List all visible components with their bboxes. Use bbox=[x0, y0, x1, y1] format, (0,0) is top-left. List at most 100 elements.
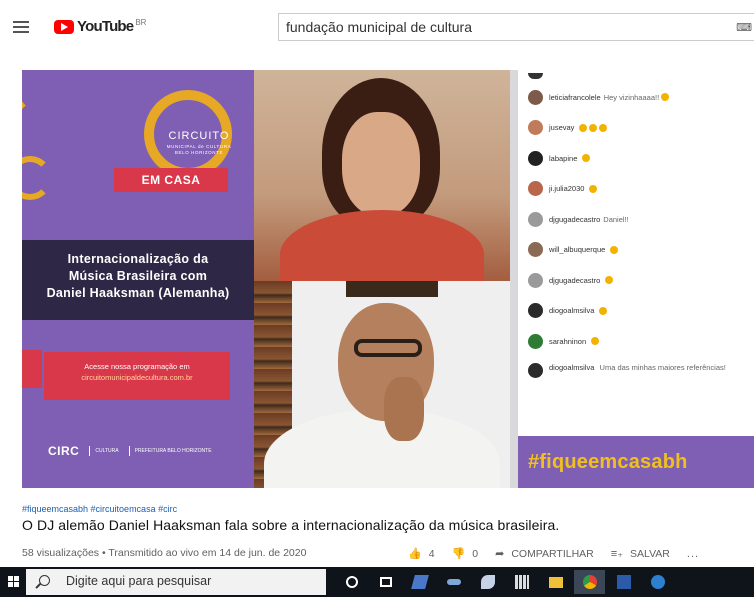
chat-username: diogoalmsilva bbox=[549, 362, 595, 372]
playlist-add-icon: ≡₊ bbox=[610, 548, 624, 560]
chat-item: diogoalmsilva bbox=[518, 296, 754, 327]
share-icon: ➦ bbox=[495, 548, 505, 560]
app-icon[interactable] bbox=[404, 570, 435, 594]
emoji-icon bbox=[610, 245, 619, 254]
emoji-icon bbox=[589, 184, 598, 193]
chat-item: leticiafrancolele Hey vizinhaaaa!! bbox=[518, 82, 754, 113]
cultura-logo: CULTURA bbox=[89, 446, 119, 456]
poster-headline: Internacionalização da Música Brasileira… bbox=[22, 240, 254, 320]
chat-item: ji.julia2030 bbox=[518, 174, 754, 205]
chat-username: leticiafrancolele bbox=[549, 92, 601, 102]
chat-username: sarahninon bbox=[549, 336, 587, 346]
headline-line: Daniel Haaksman (Alemanha) bbox=[46, 286, 230, 300]
chat-item: labapine bbox=[518, 143, 754, 174]
search-value: fundação municipal de cultura bbox=[286, 19, 473, 35]
file-explorer-icon[interactable] bbox=[540, 570, 571, 594]
avatar bbox=[528, 120, 543, 136]
sponsor-logos: CIRC CULTURA PREFEITURA BELO HORIZONTE bbox=[48, 440, 248, 462]
chat-username: will_albuquerque bbox=[549, 245, 606, 255]
emoji-icon bbox=[599, 123, 608, 132]
chat-message: Hey vizinhaaaa!! bbox=[603, 92, 660, 102]
em-casa-badge: EM CASA bbox=[114, 168, 228, 192]
avatar bbox=[528, 181, 543, 197]
program-text: Acesse nossa programação em bbox=[84, 362, 190, 371]
decor-ring bbox=[22, 156, 52, 200]
windows-start-icon[interactable] bbox=[8, 576, 20, 588]
decor-strip bbox=[22, 350, 42, 388]
word-icon[interactable] bbox=[608, 570, 639, 594]
share-label: COMPARTILHAR bbox=[511, 547, 594, 560]
taskbar-search-input[interactable]: Digite aqui para pesquisar bbox=[26, 569, 326, 595]
chat-username: ji.julia2030 bbox=[549, 184, 585, 194]
chat-username: djgugadecastro bbox=[549, 214, 601, 224]
headline-line: Internacionalização da bbox=[67, 252, 209, 266]
chat-item: diogoalmsilva Uma das minhas maiores ref… bbox=[518, 357, 754, 395]
thumbs-up-icon: 👍 bbox=[408, 548, 422, 560]
thumbs-down-icon: 👎 bbox=[451, 548, 466, 560]
task-view-icon[interactable] bbox=[370, 570, 401, 594]
chat-item: djgugadecastro Daniel!! bbox=[518, 204, 754, 235]
masthead: YouTube BR fundação municipal de cultura… bbox=[0, 0, 754, 52]
avatar bbox=[528, 362, 543, 378]
avatar bbox=[528, 333, 543, 349]
app-icon[interactable] bbox=[438, 570, 469, 594]
chat-item: djgugadecastro bbox=[518, 265, 754, 296]
prefeitura-logo: PREFEITURA BELO HORIZONTE bbox=[128, 446, 212, 456]
avatar bbox=[528, 303, 543, 319]
menu-icon[interactable] bbox=[13, 21, 29, 33]
chat-username: djgugadecastro bbox=[549, 275, 601, 285]
video-hashtags[interactable]: #fiqueemcasabh #circuitoemcasa #circ bbox=[22, 504, 177, 514]
chat-username: labapine bbox=[549, 153, 578, 163]
dislike-button[interactable]: 👎 0 bbox=[451, 547, 479, 561]
chat-item-partial bbox=[518, 70, 754, 82]
youtube-logo[interactable]: YouTube BR bbox=[54, 18, 146, 35]
more-options-button[interactable]: ... bbox=[687, 548, 699, 560]
taskbar-search-placeholder: Digite aqui para pesquisar bbox=[66, 574, 212, 588]
participant-video-man bbox=[254, 281, 510, 488]
avatar bbox=[528, 89, 543, 105]
avatar bbox=[528, 150, 543, 166]
thumbs-up-emoji-icon bbox=[605, 276, 614, 285]
video-title: O DJ alemão Daniel Haaksman fala sobre a… bbox=[22, 517, 560, 533]
chrome-icon[interactable] bbox=[574, 570, 605, 594]
app-icon[interactable] bbox=[472, 570, 503, 594]
search-icon bbox=[39, 575, 50, 586]
chat-item: will_albuquerque bbox=[518, 235, 754, 266]
like-button[interactable]: 👍 4 bbox=[408, 547, 435, 561]
lamp bbox=[346, 281, 438, 297]
program-url: circuitomunicipaldecultura.com.br bbox=[81, 373, 193, 382]
like-count: 4 bbox=[428, 547, 435, 560]
emoji-icon bbox=[582, 154, 591, 163]
dislike-count: 0 bbox=[472, 547, 479, 560]
video-actions: 👍 4 👎 0 ➦ COMPARTILHAR ≡₊ SALVAR ... bbox=[408, 547, 699, 561]
emoji-icon bbox=[661, 93, 670, 102]
video-player[interactable]: CIRCUITO MUNICIPAL de CULTURA BELO HORIZ… bbox=[22, 70, 754, 488]
circ-logo: CIRC bbox=[48, 444, 80, 458]
circuito-subtitle: MUNICIPAL de CULTURA BELO HORIZONTE bbox=[166, 144, 232, 155]
glasses-shape bbox=[354, 339, 422, 357]
chat-username: diogoalmsilva bbox=[549, 306, 595, 316]
windows-taskbar: Digite aqui para pesquisar bbox=[0, 567, 754, 597]
emoji-icon bbox=[599, 306, 608, 315]
chat-message: Uma das minhas maiores referências! bbox=[599, 362, 726, 372]
headline-line: Música Brasileira com bbox=[68, 269, 208, 283]
face-shape bbox=[342, 112, 420, 216]
program-box: Acesse nossa programação em circuitomuni… bbox=[44, 352, 230, 400]
circuito-title: CIRCUITO bbox=[168, 130, 230, 142]
chat-username: jusevay bbox=[549, 123, 575, 133]
edge-icon[interactable] bbox=[642, 570, 673, 594]
avatar bbox=[528, 242, 543, 258]
live-chat: leticiafrancolele Hey vizinhaaaa!! jusev… bbox=[518, 70, 754, 436]
emoji-icon bbox=[589, 123, 598, 132]
keyboard-icon[interactable]: ⌨ bbox=[736, 21, 752, 34]
calculator-icon[interactable] bbox=[506, 570, 537, 594]
video-meta: 58 visualizações • Transmitido ao vivo e… bbox=[22, 547, 307, 559]
hashtag-banner: #fiqueemcasabh bbox=[518, 436, 754, 488]
taskbar-apps bbox=[336, 570, 676, 594]
save-button[interactable]: ≡₊ SALVAR bbox=[610, 547, 670, 561]
cortana-icon[interactable] bbox=[336, 570, 367, 594]
decor-ring bbox=[22, 70, 121, 135]
search-input[interactable]: fundação municipal de cultura ⌨ bbox=[278, 13, 754, 41]
emoji-icon bbox=[591, 337, 600, 346]
share-button[interactable]: ➦ COMPARTILHAR bbox=[495, 547, 594, 561]
